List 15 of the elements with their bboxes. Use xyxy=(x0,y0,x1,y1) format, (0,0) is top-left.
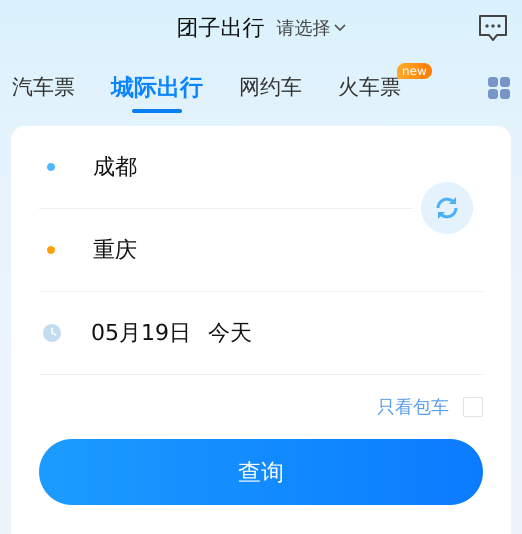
caret-icon xyxy=(334,24,346,32)
checkbox[interactable] xyxy=(463,397,483,417)
tab[interactable]: 网约车 xyxy=(239,65,302,111)
clock-icon xyxy=(43,324,61,342)
app-title: 团子出行 xyxy=(176,15,264,43)
grid-icon[interactable] xyxy=(488,77,510,99)
checkbox-label: 只看包车 xyxy=(377,396,449,419)
city-field[interactable]: 成都 xyxy=(93,152,137,182)
date-field[interactable]: 05月19日 今天 xyxy=(91,318,252,348)
new-badge: new xyxy=(397,63,432,79)
tab[interactable]: 汽车票 xyxy=(12,65,75,111)
city-field[interactable]: 重庆 xyxy=(93,235,137,265)
message-icon[interactable] xyxy=(478,14,508,42)
city-selector[interactable]: 请选择 xyxy=(276,16,346,40)
swap-button[interactable] xyxy=(421,182,473,234)
